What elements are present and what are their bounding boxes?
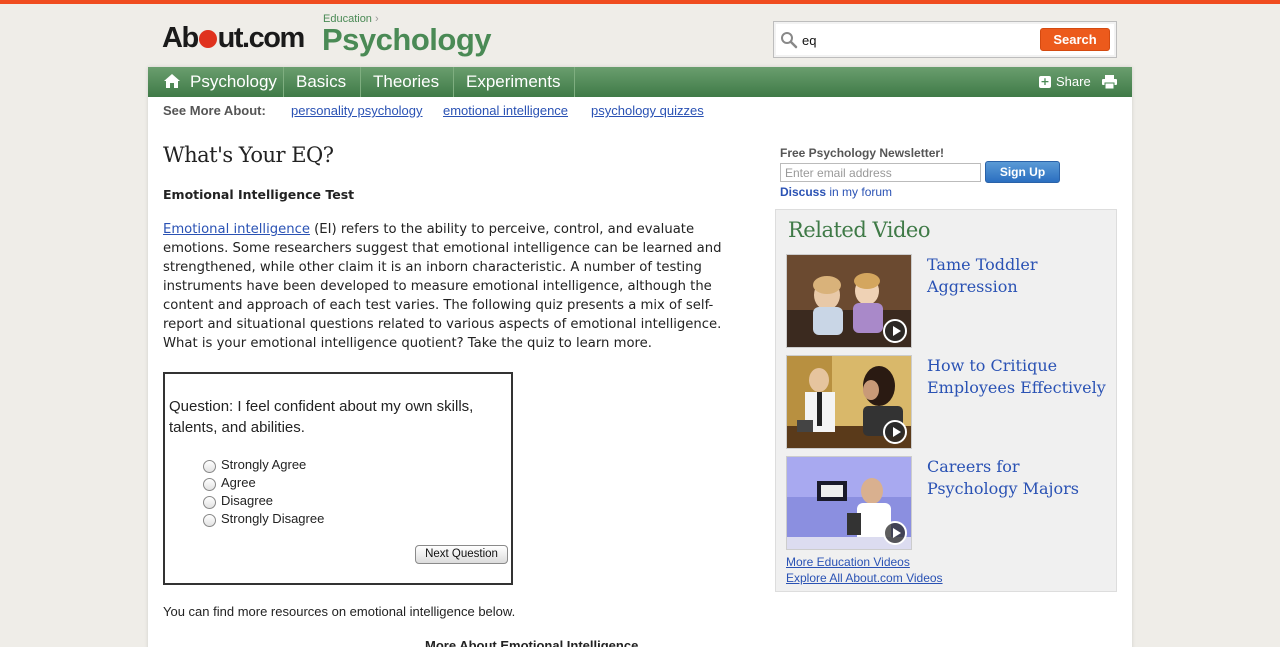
- see-more-label: See More About:: [163, 103, 266, 118]
- print-icon[interactable]: [1102, 75, 1117, 89]
- see-more-link-personality[interactable]: personality psychology: [291, 103, 423, 118]
- nav-item-basics[interactable]: Basics: [284, 67, 361, 97]
- site-title[interactable]: Psychology: [322, 22, 492, 58]
- more-education-videos-link[interactable]: More Education Videos: [786, 555, 910, 569]
- about-logo[interactable]: Ab ut.com: [162, 22, 305, 55]
- more-about-heading: More About Emotional Intelligence: [425, 638, 639, 647]
- see-more-link-quizzes[interactable]: psychology quizzes: [591, 103, 704, 118]
- see-more-link-emotional-intelligence[interactable]: emotional intelligence: [443, 103, 568, 118]
- video-title-link[interactable]: Careers for Psychology Majors: [927, 456, 1112, 500]
- video-title-link[interactable]: Tame Toddler Aggression: [927, 254, 1112, 298]
- discuss-forum-link[interactable]: Discuss in my forum: [780, 185, 892, 199]
- video-title-link[interactable]: How to Critique Employees Effectively: [927, 355, 1112, 399]
- newsletter-email-field[interactable]: [780, 163, 981, 182]
- explore-videos-link[interactable]: Explore All About.com Videos: [786, 571, 943, 585]
- nav-item-theories[interactable]: Theories: [361, 67, 454, 97]
- quiz-box: Question: I feel confident about my own …: [163, 372, 513, 585]
- intro-link-emotional-intelligence[interactable]: Emotional intelligence: [163, 222, 310, 237]
- video-thumbnail[interactable]: [786, 456, 912, 550]
- top-accent-bar: [0, 0, 1280, 4]
- page-container: Psychology Basics Theories Experiments +…: [148, 67, 1132, 647]
- article-intro: Emotional intelligence (EI) refers to th…: [163, 222, 722, 351]
- search-icon: [781, 32, 798, 49]
- radio-button[interactable]: [203, 514, 216, 527]
- radio-button[interactable]: [203, 496, 216, 509]
- radio-button[interactable]: [203, 460, 216, 473]
- play-icon[interactable]: [883, 319, 907, 343]
- resources-text: You can find more resources on emotional…: [163, 604, 516, 619]
- play-icon[interactable]: [883, 521, 907, 545]
- video-thumbnail[interactable]: [786, 355, 912, 449]
- sign-up-button[interactable]: Sign Up: [985, 161, 1060, 183]
- related-video-panel: Related Video Tame Toddler Aggression Ho…: [775, 209, 1117, 592]
- page-title: What's Your EQ?: [163, 143, 334, 167]
- share-button[interactable]: Share: [1056, 74, 1091, 89]
- nav-item-experiments[interactable]: Experiments: [454, 67, 575, 97]
- share-icon[interactable]: +: [1039, 76, 1051, 88]
- search-box: Search: [773, 21, 1117, 58]
- play-icon[interactable]: [883, 420, 907, 444]
- newsletter-title: Free Psychology Newsletter!: [780, 146, 945, 160]
- logo-dot-icon: [198, 30, 217, 48]
- radio-button[interactable]: [203, 478, 216, 491]
- search-input[interactable]: [802, 30, 1037, 50]
- nav-item-psychology[interactable]: Psychology: [178, 67, 284, 97]
- search-button[interactable]: Search: [1040, 28, 1110, 51]
- article-subhead: Emotional Intelligence Test: [163, 187, 355, 202]
- related-video-title: Related Video: [788, 218, 931, 242]
- video-thumbnail[interactable]: [786, 254, 912, 348]
- quiz-question: Question: I feel confident about my own …: [169, 398, 474, 436]
- main-nav: Psychology Basics Theories Experiments +…: [148, 67, 1132, 97]
- next-question-button[interactable]: Next Question: [415, 545, 508, 564]
